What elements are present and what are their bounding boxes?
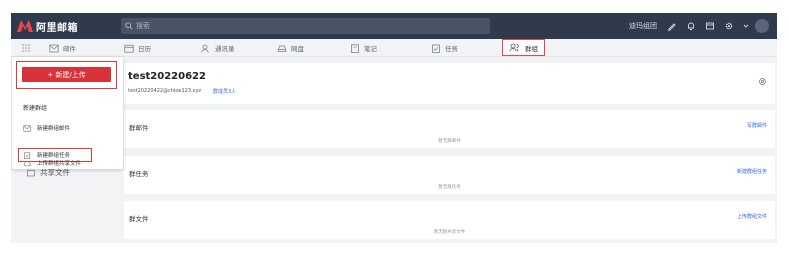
chevron-down-icon[interactable] — [743, 21, 749, 31]
empty-state-text: 暂无群共享文件 — [433, 230, 466, 235]
tab-groups-label: 群组 — [525, 44, 538, 53]
tab-mail-label: 邮件 — [63, 45, 76, 53]
search-icon — [125, 22, 133, 30]
group-icon — [509, 43, 519, 52]
gear-icon[interactable] — [724, 21, 734, 31]
upload-shared-file-item[interactable]: 上传群组共享文件 — [23, 158, 81, 168]
new-upload-button[interactable]: + 新建/上传 — [22, 67, 111, 82]
panel-title: 群任务 — [129, 170, 149, 178]
new-group-mail-item[interactable]: 新建群组邮件 — [23, 123, 70, 133]
write-group-mail-link[interactable]: 写群邮件 — [747, 122, 767, 129]
tab-notes-label: 笔记 — [364, 45, 377, 53]
highlight-frame: + 新建/上传 — [16, 61, 117, 89]
group-task-panel: 群任务 新建群组任务 暂无群任务 — [124, 156, 775, 194]
group-email: test20220422@chloe123.xyz — [128, 88, 202, 94]
tab-tasks-label: 任务 — [445, 45, 458, 53]
calendar-icon — [124, 44, 134, 53]
avatar[interactable] — [755, 19, 769, 33]
contacts-icon — [201, 44, 209, 53]
group-settings-icon[interactable] — [758, 77, 767, 86]
empty-state-text: 暂无群邮件 — [438, 139, 461, 144]
panel-title: 群文件 — [129, 215, 149, 223]
new-group-item[interactable]: 新建群组 — [23, 103, 47, 112]
mail-icon — [49, 44, 59, 52]
logo-icon — [17, 20, 33, 32]
mail-app-window: 阿里邮箱 迪玛组团 — [11, 13, 777, 243]
cloud-icon — [23, 160, 31, 166]
folder-icon — [27, 169, 35, 176]
app-logo[interactable]: 阿里邮箱 — [17, 17, 78, 35]
note-icon — [351, 43, 359, 53]
app-grid-icon[interactable] — [21, 43, 31, 53]
pen-icon[interactable] — [667, 21, 677, 31]
tab-calendar-label: 日历 — [138, 45, 151, 53]
tab-mail[interactable]: 邮件 — [49, 39, 76, 57]
group-members-link[interactable]: 群成员3人 — [213, 88, 236, 95]
task-icon — [432, 44, 440, 53]
top-right-tools: 迪玛组团 — [629, 13, 777, 39]
search-input[interactable] — [136, 22, 436, 30]
panel-title: 群邮件 — [129, 124, 149, 132]
empty-state-text: 暂无群任务 — [438, 185, 461, 190]
new-group-task-link[interactable]: 新建群组任务 — [737, 168, 767, 175]
tab-contacts[interactable]: 通讯录 — [201, 39, 235, 57]
tab-groups[interactable]: 群组 — [502, 39, 545, 56]
module-nav: 邮件 日历 通讯录 网盘 笔记 任务 群组 — [11, 39, 777, 57]
tab-calendar[interactable]: 日历 — [124, 39, 151, 57]
window-icon[interactable] — [705, 21, 715, 31]
logo-text: 阿里邮箱 — [36, 22, 78, 34]
top-bar: 阿里邮箱 迪玛组团 — [11, 13, 777, 39]
tab-cloud-drive-label: 网盘 — [291, 45, 304, 53]
upload-group-file-link[interactable]: 上传群组文件 — [737, 213, 767, 220]
tab-contacts-label: 通讯录 — [215, 45, 235, 53]
mail-icon — [23, 124, 31, 132]
search-box[interactable] — [121, 18, 490, 34]
group-file-panel: 群文件 上传群组文件 暂无群共享文件 — [124, 201, 775, 239]
dropdown-item-label: 新建群组邮件 — [37, 126, 71, 132]
cloud-icon — [277, 45, 287, 52]
group-header: test20220622 test20220422@chloe123.xyz 群… — [124, 63, 775, 104]
new-upload-dropdown: + 新建/上传 新建群组 新建群组邮件 新建群组任务 上传群组共享文件 — [12, 57, 123, 169]
user-name[interactable]: 迪玛组团 — [629, 21, 657, 31]
dropdown-item-label: 上传群组共享文件 — [37, 161, 82, 167]
tab-tasks[interactable]: 任务 — [431, 39, 458, 57]
tab-cloud-drive[interactable]: 网盘 — [277, 39, 304, 57]
group-name: test20220622 — [128, 71, 206, 82]
tab-notes[interactable]: 笔记 — [350, 39, 377, 57]
group-mail-panel: 群邮件 写群邮件 暂无群邮件 — [124, 110, 775, 148]
bell-icon[interactable] — [686, 21, 696, 31]
